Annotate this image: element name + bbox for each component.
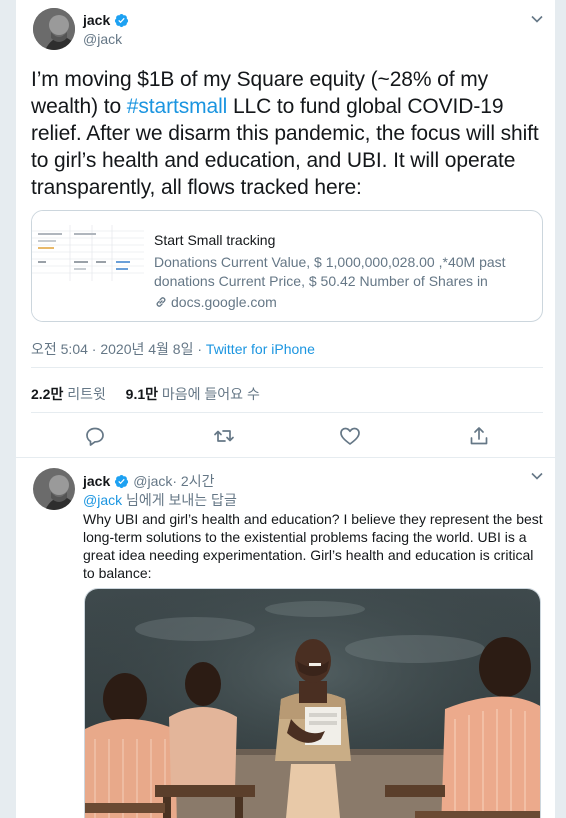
- retweet-stat[interactable]: 2.2만 리트윗: [31, 386, 106, 402]
- tweet-text: I’m moving $1B of my Square equity (~28%…: [31, 66, 551, 201]
- reply-time[interactable]: · 2시간: [172, 471, 214, 491]
- divider: [31, 412, 543, 413]
- retweet-count: 2.2만: [31, 386, 64, 402]
- retweet-label: 리트윗: [63, 386, 106, 402]
- reply-tweet[interactable]: jack @jack · 2시간 @jack 님에게 보내는 답글 Why UB…: [16, 459, 557, 818]
- verified-badge-icon: [115, 13, 129, 27]
- avatar[interactable]: [33, 468, 75, 510]
- timestamp[interactable]: 오전 5:04 · 2020년 4월 8일 ·: [31, 341, 206, 357]
- source-link[interactable]: Twitter for iPhone: [206, 341, 315, 357]
- author-name[interactable]: jack: [83, 12, 110, 28]
- author-name-row[interactable]: jack: [83, 12, 129, 28]
- share-icon[interactable]: [467, 424, 491, 448]
- link-card[interactable]: Start Small tracking Donations Current V…: [31, 210, 543, 322]
- reply-author-name[interactable]: jack: [83, 473, 110, 489]
- tweet-actions: [16, 424, 557, 450]
- classroom-photo: [85, 589, 540, 818]
- main-tweet: jack @jack I’m moving $1B of my Square e…: [16, 0, 557, 458]
- chevron-down-icon[interactable]: [530, 12, 544, 26]
- like-label: 마음에 들어요 수: [158, 386, 260, 402]
- hashtag-link[interactable]: #startsmall: [127, 95, 228, 118]
- page: jack @jack I’m moving $1B of my Square e…: [0, 0, 566, 818]
- reply-author-handle[interactable]: @jack: [133, 473, 172, 489]
- reply-icon[interactable]: [83, 424, 107, 448]
- card-body: Start Small tracking Donations Current V…: [154, 231, 536, 310]
- like-stat[interactable]: 9.1만 마음에 들어요 수: [126, 386, 260, 402]
- retweet-icon[interactable]: [212, 424, 236, 448]
- like-icon[interactable]: [338, 424, 362, 448]
- card-thumbnail: [32, 211, 144, 321]
- card-domain-row: docs.google.com: [154, 294, 536, 310]
- reply-header: jack @jack · 2시간: [83, 471, 214, 491]
- reply-text: Why UBI and girl’s health and education?…: [83, 511, 543, 581]
- avatar[interactable]: [33, 8, 75, 50]
- replying-suffix: 님에게 보내는 답글: [122, 492, 237, 508]
- card-domain: docs.google.com: [171, 294, 277, 310]
- card-description: Donations Current Value, $ 1,000,000,028…: [154, 254, 506, 289]
- divider: [31, 367, 543, 368]
- tweet-stats: 2.2만 리트윗 9.1만 마음에 들어요 수: [31, 384, 260, 404]
- timeline-column: jack @jack I’m moving $1B of my Square e…: [15, 0, 557, 818]
- like-count: 9.1만: [125, 386, 158, 402]
- author-handle[interactable]: @jack: [83, 31, 122, 47]
- reply-photo[interactable]: [84, 588, 541, 818]
- link-icon: [156, 297, 166, 307]
- card-title: Start Small tracking: [154, 232, 276, 248]
- replying-mention[interactable]: @jack: [83, 492, 122, 508]
- verified-badge-icon: [115, 474, 129, 488]
- tweet-metadata: 오전 5:04 · 2020년 4월 8일 · Twitter for iPho…: [31, 339, 315, 359]
- replying-to: @jack 님에게 보내는 답글: [83, 490, 237, 510]
- chevron-down-icon[interactable]: [530, 469, 544, 483]
